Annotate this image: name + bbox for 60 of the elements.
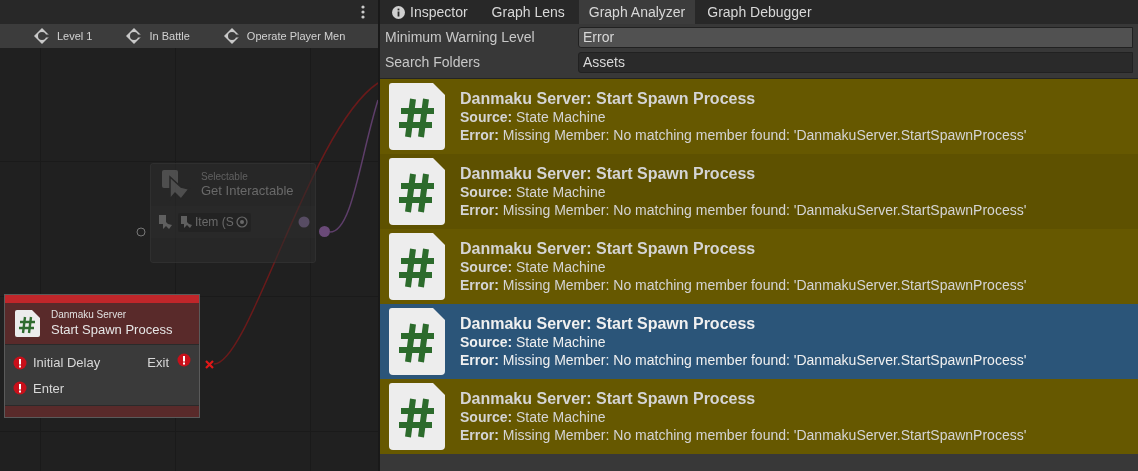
breadcrumb[interactable]: Level 1: [0, 27, 97, 45]
result-source: Source: State Machine: [460, 182, 607, 201]
error-port-icon: [205, 360, 214, 369]
node-title: Get Interactable: [201, 183, 294, 200]
tab[interactable]: Graph Debugger: [697, 0, 822, 24]
tab[interactable]: Inspector: [380, 0, 482, 24]
result-item[interactable]: Danmaku Server: Start Spawn Process Source: State Machine Error: Missing Member: No matching member found: 'DanmakuServer.StartSpawnProcess': [380, 229, 1138, 304]
script-icon: [389, 382, 446, 451]
result-error: Error: Missing Member: No matching member found: 'DanmakuServer.StartSpawnProcess': [460, 200, 1027, 219]
more-icon[interactable]: [361, 5, 365, 19]
node-title: Start Spawn Process: [51, 321, 173, 338]
port-label: Enter: [33, 379, 65, 398]
result-title: Danmaku Server: Start Spawn Process: [460, 389, 757, 408]
error-icon: [13, 381, 27, 396]
script-icon: [389, 232, 446, 301]
field-label: Minimum Warning Level: [385, 27, 536, 47]
result-error: Error: Missing Member: No matching member found: 'DanmakuServer.StartSpawnProcess': [460, 350, 1027, 369]
state-icon: [33, 27, 51, 45]
result-source: Source: State Machine: [460, 257, 607, 276]
input-port-icon: [136, 227, 146, 237]
result-source: Source: State Machine: [460, 332, 607, 351]
script-icon: [14, 309, 41, 338]
script-icon: [389, 307, 446, 376]
tab[interactable]: Graph Analyzer: [578, 0, 696, 24]
result-title: Danmaku Server: Start Spawn Process: [460, 314, 757, 333]
cursor-icon: [181, 216, 193, 228]
error-icon: [13, 355, 27, 370]
breadcrumb[interactable]: Operate Player Men: [193, 27, 350, 45]
state-icon: [222, 27, 241, 45]
result-item[interactable]: Danmaku Server: Start Spawn Process Source: State Machine Error: Missing Member: No matching member found: 'DanmakuServer.StartSpawnProcess': [380, 154, 1138, 229]
output-port-icon: [298, 216, 310, 228]
result-error: Error: Missing Member: No matching member found: 'DanmakuServer.StartSpawnProcess': [460, 275, 1027, 294]
field-label: Search Folders: [385, 52, 481, 72]
port-label: Initial Delay: [33, 354, 101, 372]
port-icon: [319, 226, 330, 237]
node-subtitle: Danmaku Server: [51, 309, 128, 322]
breadcrumb[interactable]: In Battle: [96, 27, 194, 45]
info-icon: [392, 5, 405, 19]
result-title: Danmaku Server: Start Spawn Process: [460, 89, 757, 108]
input-field[interactable]: Assets: [578, 51, 1133, 73]
result-source: Source: State Machine: [460, 407, 607, 426]
state-icon: [125, 27, 144, 45]
result-source: Source: State Machine: [460, 107, 607, 126]
result-error: Error: Missing Member: No matching member found: 'DanmakuServer.StartSpawnProcess': [460, 125, 1027, 144]
tab[interactable]: Graph Lens: [481, 0, 575, 24]
dropdown-field[interactable]: Error: [578, 26, 1133, 48]
result-title: Danmaku Server: Start Spawn Process: [460, 164, 757, 183]
script-icon: [389, 82, 446, 151]
result-item[interactable]: Danmaku Server: Start Spawn Process Source: State Machine Error: Missing Member: No matching member found: 'DanmakuServer.StartSpawnProcess': [380, 304, 1138, 379]
target-icon: [235, 216, 248, 228]
result-error: Error: Missing Member: No matching member found: 'DanmakuServer.StartSpawnProcess': [460, 425, 1027, 444]
node-card[interactable]: Danmaku Server Start Spawn Process Initial Delay Enter Exit: [4, 294, 200, 418]
result-title: Danmaku Server: Start Spawn Process: [460, 239, 757, 258]
error-icon: [177, 353, 191, 367]
cursor-icon: [161, 169, 191, 201]
port-label: Exit: [147, 354, 169, 372]
result-item[interactable]: Danmaku Server: Start Spawn Process Source: State Machine Error: Missing Member: No matching member found: 'DanmakuServer.StartSpawnProcess': [380, 79, 1138, 154]
cursor-icon: [159, 215, 173, 229]
script-icon: [389, 157, 446, 226]
result-item[interactable]: Danmaku Server: Start Spawn Process Source: State Machine Error: Missing Member: No matching member found: 'DanmakuServer.StartSpawnProcess': [380, 379, 1138, 454]
